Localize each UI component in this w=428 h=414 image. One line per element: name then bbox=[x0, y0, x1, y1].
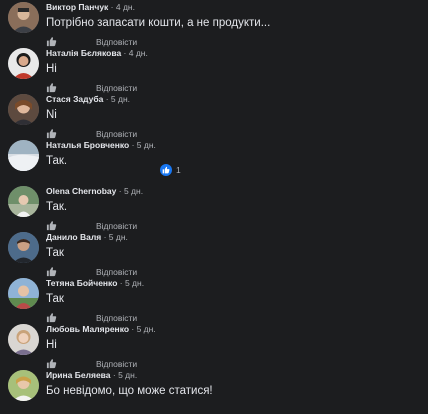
comment-text: Так bbox=[46, 293, 64, 305]
comment-time[interactable]: 5 дн. bbox=[118, 370, 137, 380]
avatar[interactable] bbox=[8, 324, 39, 355]
comment-header: Olena Chernobay · 5 дн. bbox=[46, 186, 144, 196]
author-name[interactable]: Olena Chernobay bbox=[46, 186, 116, 196]
comment-time[interactable]: 4 дн. bbox=[116, 2, 135, 12]
comment-time[interactable]: 5 дн. bbox=[124, 186, 143, 196]
comment-text: Так bbox=[46, 247, 64, 259]
comment-time[interactable]: 5 дн. bbox=[125, 278, 144, 288]
avatar[interactable] bbox=[8, 186, 39, 217]
reaction-number: 1 bbox=[176, 165, 181, 175]
avatar[interactable] bbox=[8, 2, 39, 33]
comment-header: Наталья Бровченко · 5 дн. bbox=[46, 140, 156, 150]
avatar[interactable] bbox=[8, 232, 39, 263]
comment-header: Виктор Панчук · 4 дн. bbox=[46, 2, 135, 12]
comment-time[interactable]: 5 дн. bbox=[137, 324, 156, 334]
comment-time[interactable]: 5 дн. bbox=[111, 94, 130, 104]
comment-item: Стася Задуба · 5 дн. Ni Відповісти bbox=[0, 92, 428, 139]
comment-time[interactable]: 4 дн. bbox=[129, 48, 148, 58]
comment-time[interactable]: 5 дн. bbox=[137, 140, 156, 150]
comment-item: Olena Chernobay · 5 дн. Так. Відповісти bbox=[0, 184, 428, 231]
comment-header: Ирина Беляева · 5 дн. bbox=[46, 370, 138, 380]
author-name[interactable]: Любовь Маляренко bbox=[46, 324, 129, 334]
comment-header: Тетяна Бойченко · 5 дн. bbox=[46, 278, 145, 288]
comment-item: Наталья Бровченко · 5 дн. Так. 1 bbox=[0, 138, 428, 184]
comment-text: Бо невідомо, що може статися! bbox=[46, 385, 213, 397]
comment-item: Любовь Маляренко · 5 дн. Ні Відповісти bbox=[0, 322, 428, 369]
avatar[interactable] bbox=[8, 94, 39, 125]
author-name[interactable]: Данило Валя bbox=[46, 232, 101, 242]
avatar[interactable] bbox=[8, 278, 39, 309]
comment-item: Наталія Бєлякова · 4 дн. Ні Відповісти bbox=[0, 46, 428, 93]
author-name[interactable]: Стася Задуба bbox=[46, 94, 103, 104]
comment-text: Потрібно запасати кошти, а не продукти..… bbox=[46, 17, 271, 29]
comment-text: Так. bbox=[46, 201, 68, 213]
comment-header: Стася Задуба · 5 дн. bbox=[46, 94, 131, 104]
comment-item: Виктор Панчук · 4 дн. Потрібно запасати … bbox=[0, 0, 428, 47]
comment-header: Любовь Маляренко · 5 дн. bbox=[46, 324, 156, 334]
avatar[interactable] bbox=[8, 140, 39, 171]
comment-text: Ні bbox=[46, 63, 57, 75]
comment-text: Ні bbox=[46, 339, 57, 351]
comment-header: Данило Валя · 5 дн. bbox=[46, 232, 128, 242]
author-name[interactable]: Наталія Бєлякова bbox=[46, 48, 121, 58]
author-name[interactable]: Виктор Панчук bbox=[46, 2, 108, 12]
author-name[interactable]: Ирина Беляева bbox=[46, 370, 111, 380]
comment-text: Ni bbox=[46, 109, 57, 121]
comment-header: Наталія Бєлякова · 4 дн. bbox=[46, 48, 148, 58]
author-name[interactable]: Тетяна Бойченко bbox=[46, 278, 117, 288]
comment-text: Так. bbox=[46, 155, 68, 167]
comment-time[interactable]: 5 дн. bbox=[109, 232, 128, 242]
comment-item: Ирина Беляева · 5 дн. Бо невідомо, що мо… bbox=[0, 368, 428, 414]
comment-item: Данило Валя · 5 дн. Так Відповісти bbox=[0, 230, 428, 277]
avatar[interactable] bbox=[8, 48, 39, 79]
reaction-count[interactable]: 1 bbox=[160, 164, 181, 178]
thumbs-up-icon bbox=[160, 164, 172, 176]
comment-item: Тетяна Бойченко · 5 дн. Так Відповісти bbox=[0, 276, 428, 323]
avatar[interactable] bbox=[8, 370, 39, 401]
author-name[interactable]: Наталья Бровченко bbox=[46, 140, 129, 150]
